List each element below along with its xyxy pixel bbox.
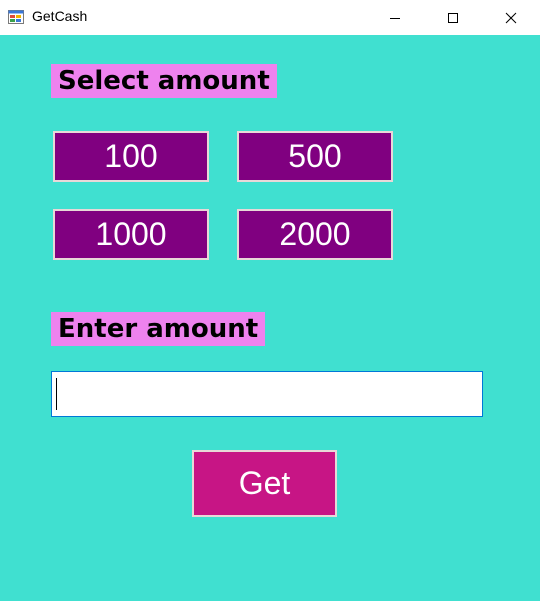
amount-input[interactable] (51, 371, 483, 417)
amount-button-1000[interactable]: 1000 (53, 209, 209, 260)
minimize-icon (390, 17, 400, 19)
amount-button-2000[interactable]: 2000 (237, 209, 393, 260)
get-button[interactable]: Get (192, 450, 337, 517)
maximize-icon (448, 12, 458, 23)
enter-amount-label: Enter amount (51, 312, 266, 346)
windows-form-icon (8, 10, 24, 24)
minimize-button[interactable] (372, 0, 418, 35)
maximize-button[interactable] (430, 0, 476, 35)
select-amount-label: Select amount (51, 64, 277, 98)
text-caret (56, 378, 57, 410)
amount-button-500[interactable]: 500 (237, 131, 393, 182)
close-button[interactable] (488, 0, 534, 35)
window-title: GetCash (32, 8, 88, 24)
amount-button-100[interactable]: 100 (53, 131, 209, 182)
title-bar: GetCash (0, 0, 540, 35)
close-icon (505, 12, 517, 23)
